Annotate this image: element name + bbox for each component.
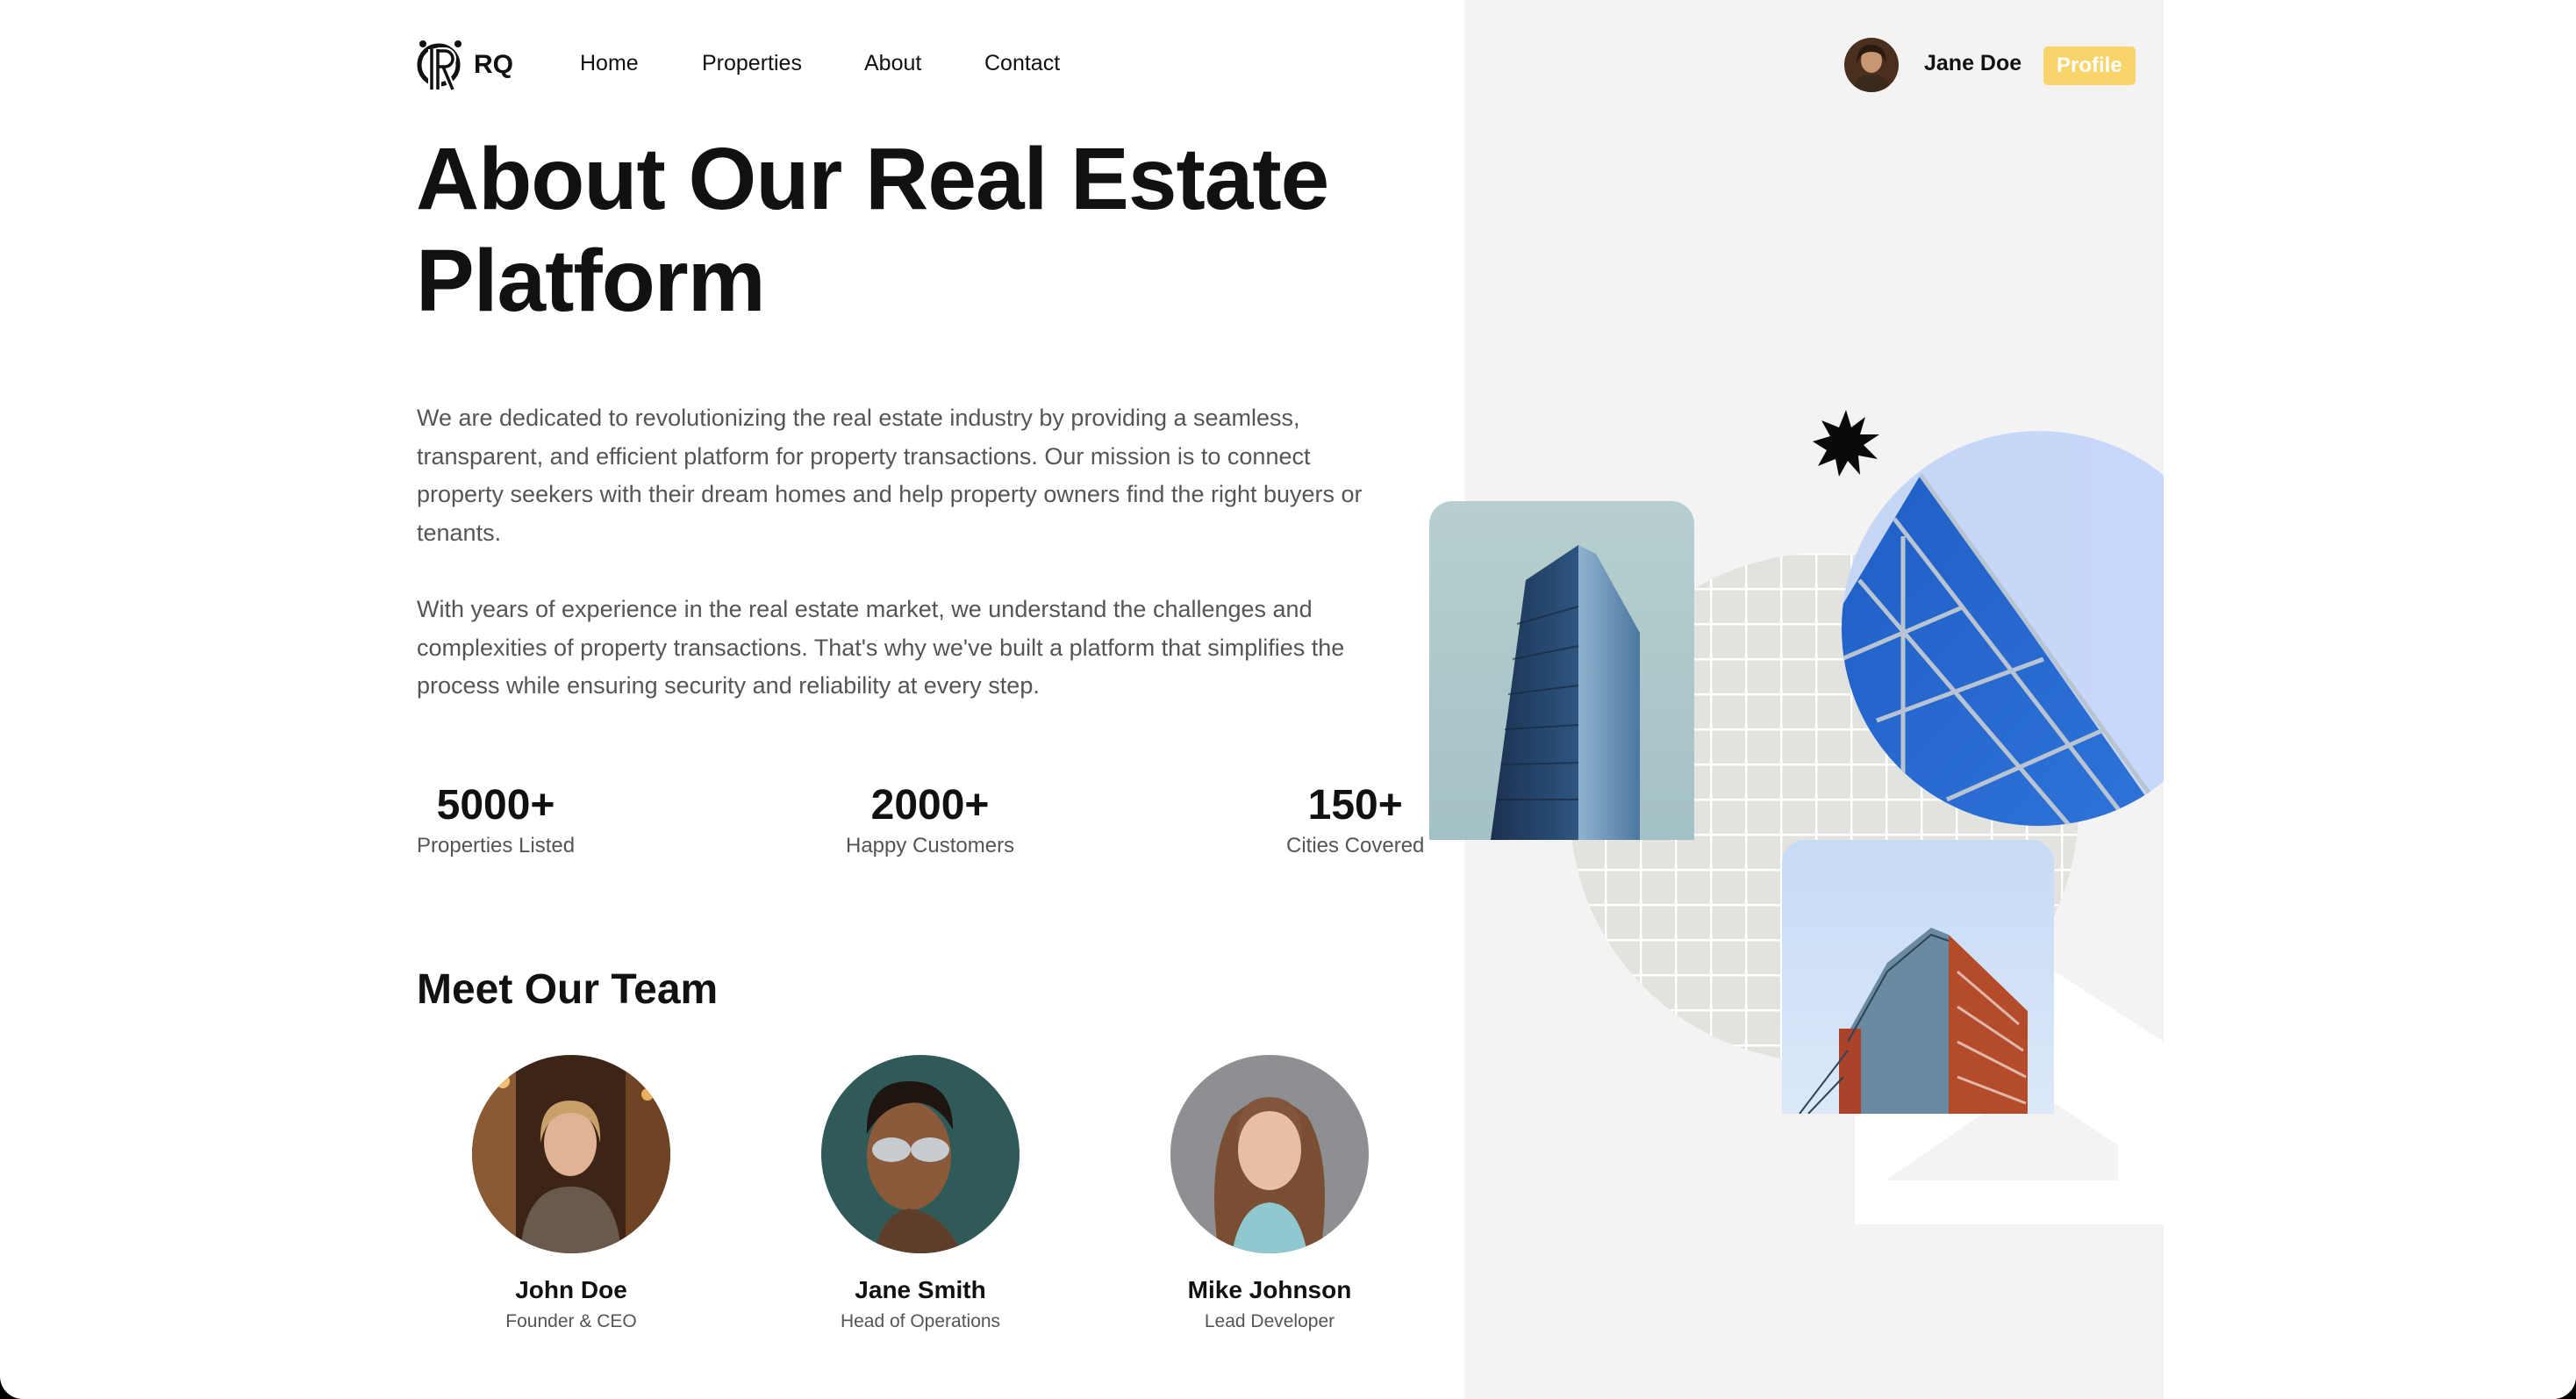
stat-customers: 2000+ Happy Customers [846,779,1014,858]
nav-link-properties[interactable]: Properties [702,51,802,76]
user-name: Jane Doe [1924,51,2022,75]
profile-button[interactable]: Profile [2043,47,2136,85]
stat-label: Cities Covered [1286,834,1425,857]
stat-label: Happy Customers [846,834,1015,857]
stat-value: 150+ [1307,782,1403,829]
team-member-card: Jane Smith Head of Operations [789,1055,1052,1332]
brand-name: RQ [474,50,513,79]
nav-link-contact[interactable]: Contact [984,51,1060,76]
nav-link-about[interactable]: About [864,51,921,76]
mission-paragraph: We are dedicated to revolutionizing the … [417,405,1363,546]
stat-cities: 150+ Cities Covered [1286,779,1424,858]
team-member-name: Mike Johnson [1187,1276,1352,1303]
team-member-role: Lead Developer [1204,1311,1335,1331]
user-avatar[interactable] [1844,38,1899,92]
team-member-photo [1170,1055,1369,1253]
team-member-name: Jane Smith [855,1276,986,1303]
rq-logo-icon [417,40,462,91]
page-title: About Our Real Estate Platform [416,130,1329,330]
team-heading: Meet Our Team [417,966,719,1013]
team-member-card: John Doe Founder & CEO [440,1055,703,1332]
brick-building-image [1782,840,2054,1114]
brand-logo[interactable]: RQ [416,37,513,93]
tower-building-image [1429,501,1694,840]
nav-link-home[interactable]: Home [580,51,639,76]
team-member-name: John Doe [515,1276,627,1303]
stat-value: 2000+ [870,782,990,829]
experience-paragraph: With years of experience in the real est… [417,596,1345,699]
glass-building-image [1842,431,2164,826]
stat-value: 5000+ [436,782,555,829]
team-member-role: Founder & CEO [505,1311,637,1331]
team-member-photo [821,1055,1020,1253]
stat-label: Properties Listed [417,834,576,857]
team-member-card: Mike Johnson Lead Developer [1138,1055,1401,1332]
stat-properties: 5000+ Properties Listed [417,779,575,858]
page: RQ Home Properties About Contact Jane Do… [0,0,2576,1399]
team-member-photo [472,1055,670,1253]
page-margin [2164,0,2576,1399]
team-member-role: Head of Operations [840,1311,1001,1331]
